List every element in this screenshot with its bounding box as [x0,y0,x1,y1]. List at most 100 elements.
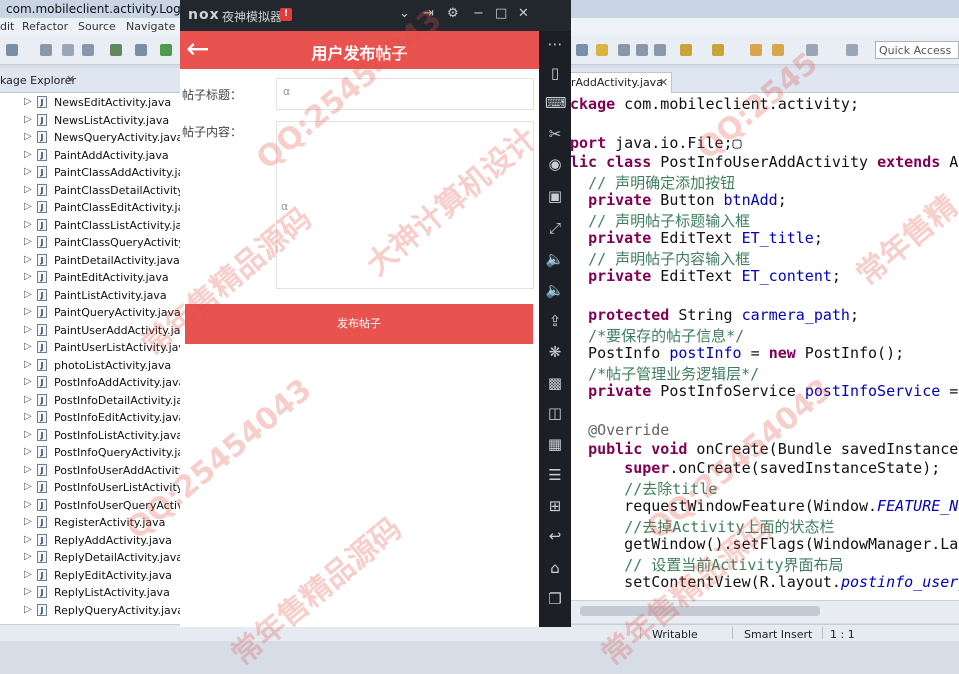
location-icon[interactable]: ◉ [545,154,565,174]
chevron-right-icon[interactable]: ▷ [24,166,32,177]
chevron-right-icon[interactable]: ▷ [24,236,32,247]
tree-item-file[interactable]: ▷ J PaintUserListActivity.java [0,339,182,356]
tree-item-file[interactable]: ▷ J ReplyAddActivity.java [0,532,182,549]
tree-item-file[interactable]: ▷ J ReplyEditActivity.java [0,567,182,584]
editor-horizontal-scrollbar[interactable] [570,600,959,623]
toolbar-icon[interactable] [750,44,762,56]
tree-item-file[interactable]: ▷ J RegisterActivity.java [0,514,182,531]
minimize-icon[interactable]: − [473,6,484,21]
package-explorer-tab[interactable]: kage Explorer ✕ [0,68,182,93]
loading-icon[interactable]: ❋ [545,342,565,362]
toolbar-icon[interactable] [846,44,858,56]
menu-navigate[interactable]: Navigate [126,20,175,33]
tree-item-file[interactable]: ▷ J PostInfoUserQueryActivit [0,497,182,514]
chevron-right-icon[interactable]: ▷ [24,96,32,107]
tree-item-file[interactable]: ▷ J NewsQueryActivity.java [0,129,182,146]
tree-item-file[interactable]: ▷ J ReplyListActivity.java [0,584,182,601]
chevron-right-icon[interactable]: ▷ [24,534,32,545]
chevron-right-icon[interactable]: ▷ [24,429,32,440]
chevron-right-icon[interactable]: ▷ [24,289,32,300]
toolbar-icon[interactable] [40,44,52,56]
menu-refactor[interactable]: Refactor [22,20,68,33]
chevron-right-icon[interactable]: ▷ [24,359,32,370]
chevron-right-icon[interactable]: ▷ [24,569,32,580]
toolbar-icon[interactable] [680,44,692,56]
tree-item-file[interactable]: ▷ J PostInfoDetailActivity.java [0,392,182,409]
close-icon[interactable]: ✕ [66,73,75,86]
editor-tab[interactable]: rAddActivity.java ✕ [570,72,672,93]
chevron-right-icon[interactable]: ▷ [24,219,32,230]
tree-item-file[interactable]: ▷ J PaintClassQueryActivity.ja [0,234,182,251]
chevron-right-icon[interactable]: ▷ [24,551,32,562]
tree-item-file[interactable]: ▷ J PostInfoListActivity.java [0,427,182,444]
keyboard-icon[interactable]: ⌨ [545,93,567,113]
toolbar-icon[interactable] [160,44,172,56]
chevron-right-icon[interactable]: ▷ [24,184,32,195]
fullscreen-icon[interactable]: ⤢ [545,218,565,238]
chevron-right-icon[interactable]: ▷ [24,481,32,492]
tree-item-file[interactable]: ▷ J NewsListActivity.java [0,112,182,129]
tree-item-file[interactable]: ▷ J ReplyDetailActivity.java [0,549,182,566]
apk-install-icon[interactable]: ⇪ [545,311,565,331]
tree-item-file[interactable]: ▷ J PostInfoUserListActivity.ja [0,479,182,496]
tree-item-file[interactable]: ▷ J PaintListActivity.java [0,287,182,304]
chevron-right-icon[interactable]: ▷ [24,516,32,527]
notification-badge[interactable]: ! [280,8,292,21]
home-icon[interactable]: ⌂ [545,558,565,578]
chevron-down-icon[interactable]: ⌄ [399,6,410,21]
scrollbar-thumb[interactable] [580,606,820,616]
toolbar-icon[interactable] [636,44,648,56]
tree-item-file[interactable]: ▷ J PostInfoQueryActivity.jav [0,444,182,461]
toolbar-icon[interactable] [596,44,608,56]
quick-access-input[interactable]: Quick Access [875,41,959,59]
chevron-right-icon[interactable]: ▷ [24,114,32,125]
tree-item-file[interactable]: ▷ J PaintClassListActivity.java [0,217,182,234]
chevron-right-icon[interactable]: ▷ [24,446,32,457]
back-icon[interactable]: ↩ [545,526,565,546]
toolbox-icon[interactable]: ▦ [545,434,565,454]
tree-item-file[interactable]: ▷ J PaintDetailActivity.java [0,252,182,269]
recent-apps-icon[interactable]: ❐ [545,589,565,609]
scissors-icon[interactable]: ✂ [545,124,565,144]
tree-item-file[interactable]: ▷ J PaintQueryActivity.java [0,304,182,321]
chevron-right-icon[interactable]: ▷ [24,376,32,387]
chevron-right-icon[interactable]: ▷ [24,149,32,160]
close-icon[interactable]: ✕ [659,76,668,89]
chevron-right-icon[interactable]: ▷ [24,201,32,212]
chevron-right-icon[interactable]: ▷ [24,306,32,317]
chevron-right-icon[interactable]: ▷ [24,271,32,282]
toolbar-icon[interactable] [135,44,147,56]
toolbar-icon[interactable] [6,44,18,56]
tree-item-file[interactable]: ▷ J PaintClassAddActivity.java [0,164,182,181]
chevron-right-icon[interactable]: ▷ [24,394,32,405]
back-arrow-icon[interactable]: ← [186,34,216,64]
toolbar-icon[interactable] [618,44,630,56]
chevron-right-icon[interactable]: ▷ [24,411,32,422]
tree-item-file[interactable]: ▷ J PaintClassEditActivity.java [0,199,182,216]
tree-item-file[interactable]: ▷ J ReplyQueryActivity.java [0,602,182,619]
shake-icon[interactable]: ▯ [545,63,565,83]
toolbar-icon[interactable] [654,44,666,56]
screen-icon[interactable]: ▣ [545,186,565,206]
pin-icon[interactable]: ⇥ [423,6,434,21]
code-editor[interactable]: rAddActivity.java ✕ ckage com.mobileclie… [570,68,959,600]
chevron-right-icon[interactable]: ▷ [24,586,32,597]
add-icon[interactable]: ⊞ [545,496,565,516]
tree-item-file[interactable]: ▷ J PaintAddActivity.java [0,147,182,164]
menu-source[interactable]: Source [78,20,116,33]
volume-up-icon[interactable]: 🔈 [545,249,565,269]
chevron-right-icon[interactable]: ▷ [24,499,32,510]
toolbar-icon[interactable] [772,44,784,56]
tree-item-file[interactable]: ▷ J PostInfoEditActivity.java [0,409,182,426]
menu-edit[interactable]: dit [0,20,14,33]
gear-icon[interactable]: ⚙ [447,6,459,21]
toolbar-icon[interactable] [110,44,122,56]
tree-item-file[interactable]: ▷ J NewsEditActivity.java [0,94,182,111]
video-record-icon[interactable]: ◫ [545,403,565,423]
publish-post-button[interactable]: 发布帖子 [185,304,533,344]
chevron-right-icon[interactable]: ▷ [24,131,32,142]
toolbar-icon[interactable] [806,44,818,56]
post-content-input[interactable]: ⍺ [276,121,534,289]
toolbar-icon[interactable] [62,44,74,56]
toolbar-icon[interactable] [576,44,588,56]
